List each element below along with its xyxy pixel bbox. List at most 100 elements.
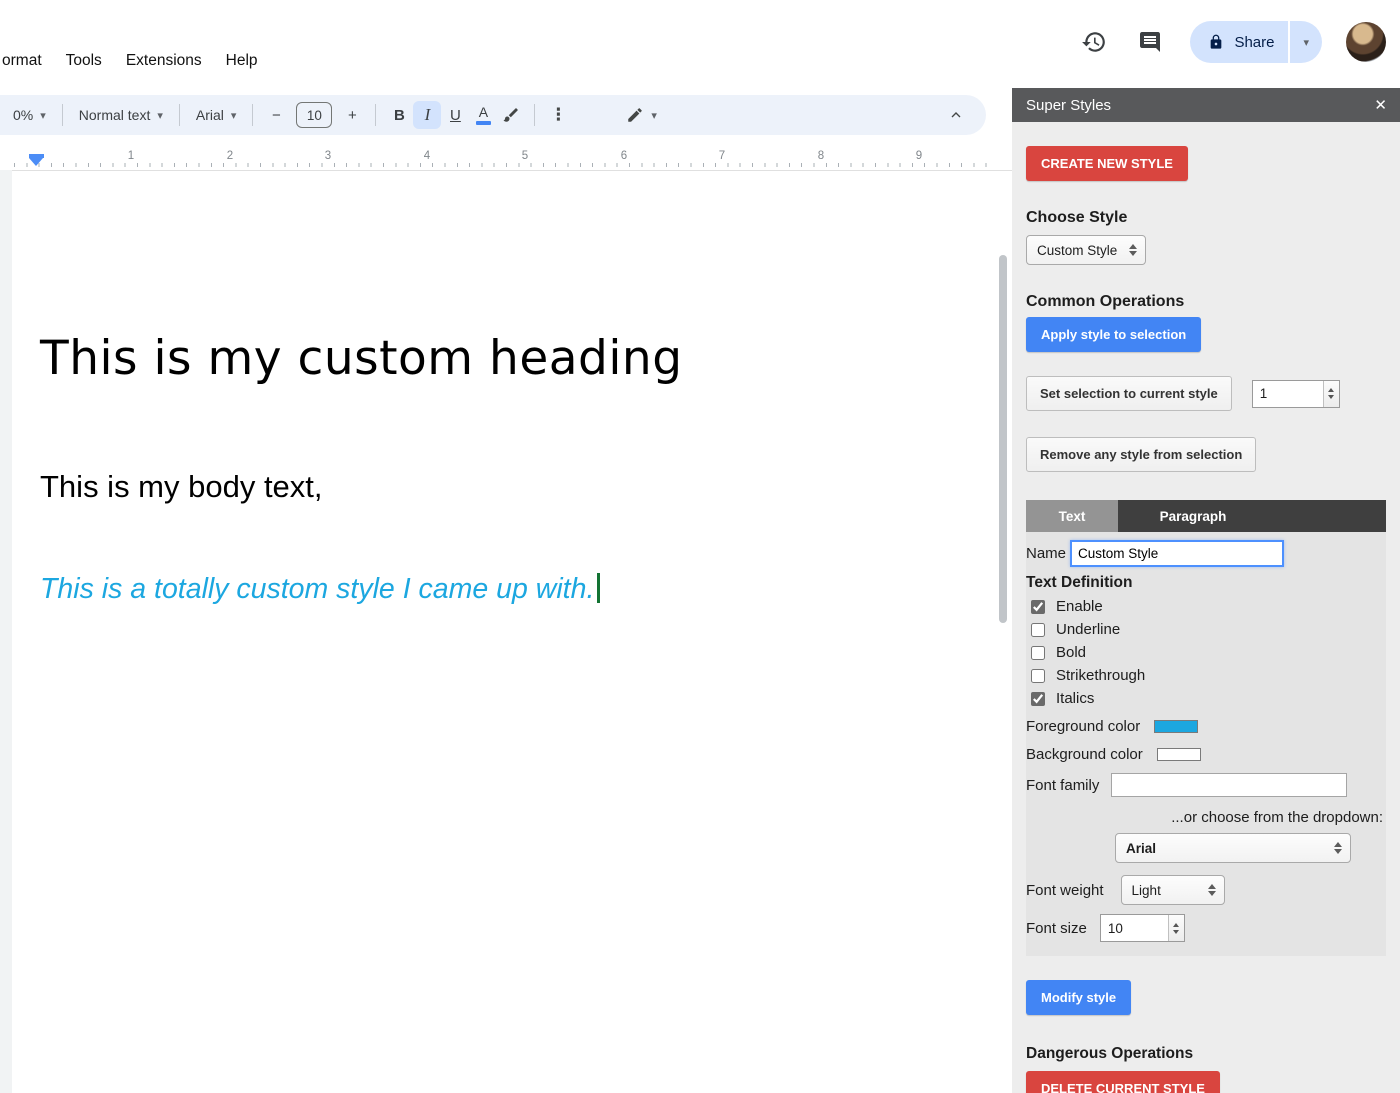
document-body-text[interactable]: This is my body text, xyxy=(40,469,323,505)
share-button[interactable]: Share xyxy=(1190,21,1288,63)
set-selection-count-input[interactable]: 1 xyxy=(1251,379,1340,408)
strikethrough-checkbox[interactable] xyxy=(1031,668,1045,683)
font-size-input[interactable]: 10 xyxy=(296,102,333,128)
bold-checkbox[interactable] xyxy=(1031,645,1045,660)
more-options-button[interactable]: ⋮ xyxy=(544,101,572,129)
style-select[interactable]: Custom Style xyxy=(1026,235,1147,265)
checkbox-row-bold: Bold xyxy=(1026,644,1386,661)
delete-current-style-button[interactable]: DELETE CURRENT STYLE xyxy=(1026,1071,1220,1093)
foreground-color-row: Foreground color xyxy=(1026,718,1386,735)
style-name-input[interactable] xyxy=(1070,540,1285,567)
tab-text[interactable]: Text xyxy=(1026,500,1118,532)
underline-checkbox[interactable] xyxy=(1031,622,1045,637)
checkbox-row-enable: Enable xyxy=(1026,598,1386,615)
foreground-color-swatch[interactable] xyxy=(1154,720,1199,733)
comments-button[interactable] xyxy=(1134,26,1166,58)
indent-marker[interactable] xyxy=(29,154,44,166)
share-dropdown-button[interactable]: ▾ xyxy=(1290,21,1322,63)
tab-paragraph[interactable]: Paragraph xyxy=(1118,500,1268,532)
toolbar-divider xyxy=(534,104,536,126)
canvas-margin xyxy=(0,170,12,1093)
sidebar-content: CREATE NEW STYLE Choose Style Custom Sty… xyxy=(1012,122,1400,1093)
version-history-button[interactable] xyxy=(1078,26,1110,58)
dangerous-operations-label: Dangerous Operations xyxy=(1026,1045,1194,1062)
stepper-arrows-icon[interactable] xyxy=(1167,915,1184,941)
create-new-style-button[interactable]: CREATE NEW STYLE xyxy=(1026,146,1188,181)
chevron-down-icon: ▾ xyxy=(157,109,163,122)
document-heading[interactable]: This is my custom heading xyxy=(40,331,683,386)
background-color-row: Background color xyxy=(1026,746,1386,763)
font-weight-label: Font weight xyxy=(1026,881,1104,899)
menu-item-tools[interactable]: Tools xyxy=(66,52,102,70)
sidebar-header: Super Styles ✕ xyxy=(1012,88,1400,122)
ruler-number: 3 xyxy=(324,150,332,162)
font-weight-value: Light xyxy=(1131,882,1161,898)
set-selection-row: Set selection to current style 1 xyxy=(1026,376,1386,411)
lock-icon xyxy=(1211,34,1222,49)
italic-icon: I xyxy=(424,105,431,124)
style-editor: Text Paragraph Name Text Definition Enab… xyxy=(1026,500,1386,956)
toolbar-divider xyxy=(252,104,254,126)
remove-style-button[interactable]: Remove any style from selection xyxy=(1026,437,1257,472)
style-select-value: Custom Style xyxy=(1037,242,1118,258)
google-docs-app: ormat Tools Extensions Help Share ▾ 0% ▾ xyxy=(0,0,1400,1093)
menu-item-format[interactable]: ormat xyxy=(2,52,42,70)
menu-item-extensions[interactable]: Extensions xyxy=(126,52,202,70)
modify-style-button[interactable]: Modify style xyxy=(1026,980,1132,1015)
checkbox-row-underline: Underline xyxy=(1026,621,1386,638)
editing-mode-button[interactable]: ▾ xyxy=(618,106,665,124)
italic-button[interactable]: I xyxy=(413,101,442,129)
ruler[interactable]: 1 2 3 4 5 6 7 8 9 xyxy=(0,149,1012,170)
text-color-button[interactable]: A xyxy=(469,101,497,129)
font-weight-select[interactable]: Light xyxy=(1120,875,1225,905)
document-scrollbar[interactable] xyxy=(999,255,1007,623)
font-family-input[interactable] xyxy=(1111,773,1348,797)
decrease-font-size-button[interactable]: − xyxy=(262,101,290,129)
ruler-number: 6 xyxy=(620,150,628,162)
set-selection-button[interactable]: Set selection to current style xyxy=(1026,376,1232,411)
ruler-number: 8 xyxy=(817,150,825,162)
bold-label: Bold xyxy=(1056,644,1087,661)
italics-checkbox[interactable] xyxy=(1031,691,1045,706)
enable-label: Enable xyxy=(1056,598,1103,615)
highlight-color-button[interactable] xyxy=(497,101,525,129)
toolbar-divider xyxy=(375,104,377,126)
text-color-bar xyxy=(475,121,491,125)
document-custom-text[interactable]: This is a totally custom style I came up… xyxy=(40,573,600,606)
apply-style-button[interactable]: Apply style to selection xyxy=(1026,317,1202,352)
pencil-icon xyxy=(628,108,643,122)
font-family-select[interactable]: Arial ▾ xyxy=(189,100,244,130)
history-icon xyxy=(1082,32,1106,52)
ruler-number: 7 xyxy=(718,150,726,162)
comment-icon xyxy=(1140,32,1161,52)
font-family-label: Font family xyxy=(1026,776,1100,794)
ruler-number: 5 xyxy=(521,150,529,162)
paragraph-style-select[interactable]: Normal text ▾ xyxy=(72,100,170,130)
highlighter-icon xyxy=(503,108,519,122)
stepper-arrows-icon[interactable] xyxy=(1322,380,1339,407)
document-page[interactable]: This is my custom heading This is my bod… xyxy=(12,170,1012,1093)
font-dropdown[interactable]: Arial xyxy=(1115,833,1351,863)
underline-button[interactable]: U xyxy=(441,101,469,129)
enable-checkbox[interactable] xyxy=(1031,599,1045,614)
zoom-control[interactable]: 0% ▾ xyxy=(6,100,53,130)
ruler-ticks xyxy=(14,163,996,167)
text-definition-label: Text Definition xyxy=(1026,574,1133,591)
chevron-up-icon xyxy=(951,112,961,118)
select-arrows-icon xyxy=(1129,244,1138,256)
underline-label: Underline xyxy=(1056,621,1121,638)
close-icon[interactable]: ✕ xyxy=(1374,96,1387,114)
increase-font-size-button[interactable]: + xyxy=(338,101,366,129)
background-color-swatch[interactable] xyxy=(1156,748,1201,761)
toolbar-divider xyxy=(61,104,63,126)
bold-button[interactable]: B xyxy=(385,101,413,129)
super-styles-sidebar: Super Styles ✕ CREATE NEW STYLE Choose S… xyxy=(1012,88,1400,1093)
font-size-input[interactable]: 10 xyxy=(1099,914,1185,942)
hide-menus-button[interactable] xyxy=(942,101,970,129)
menu-bar: ormat Tools Extensions Help xyxy=(2,52,258,70)
menu-item-help[interactable]: Help xyxy=(226,52,258,70)
avatar[interactable] xyxy=(1346,22,1386,62)
font-family-value: Arial xyxy=(195,107,224,123)
checkbox-row-italics: Italics xyxy=(1026,690,1386,707)
sidebar-title: Super Styles xyxy=(1026,96,1112,114)
